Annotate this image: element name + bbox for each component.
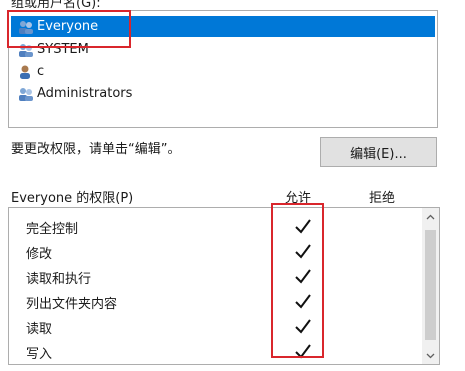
chevron-up-icon: [426, 214, 435, 219]
permissions-scrollbar[interactable]: [422, 208, 439, 364]
edit-button[interactable]: 编辑(E)...: [320, 137, 437, 167]
permissions-dialog: 组或用户名(G): Everyone SYSTEM c Administrato…: [0, 0, 465, 371]
permissions-list: 完全控制 修改 读取和执行 列出文件夹内容 读取 写入: [8, 207, 440, 365]
user-name: Everyone: [37, 19, 99, 34]
allow-column-header: 允许: [285, 191, 312, 206]
permission-row: 读取和执行: [9, 264, 419, 289]
deny-column-header: 拒绝: [369, 191, 396, 206]
scroll-up-arrow[interactable]: [422, 208, 439, 225]
permission-row: 列出文件夹内容: [9, 289, 419, 314]
users-group-icon: [19, 20, 33, 34]
permissions-label: Everyone 的权限(P): [11, 191, 134, 206]
checkmark-icon: [295, 219, 311, 234]
permission-row: 读取: [9, 314, 419, 339]
user-icon: [20, 65, 30, 79]
checkmark-icon: [295, 344, 311, 359]
permission-name: 列出文件夹内容: [26, 297, 118, 312]
chevron-down-icon: [426, 353, 435, 358]
scroll-down-arrow[interactable]: [422, 347, 439, 364]
user-name: Administrators: [37, 86, 133, 101]
permission-name: 修改: [26, 247, 53, 262]
permission-name: 读取: [26, 322, 53, 337]
permission-name: 完全控制: [26, 222, 79, 237]
permission-row: 修改: [9, 239, 419, 264]
checkmark-icon: [295, 294, 311, 309]
permission-name: 写入: [26, 347, 53, 362]
checkmark-icon: [295, 269, 311, 284]
user-item-system[interactable]: SYSTEM: [11, 39, 435, 60]
user-item-c[interactable]: c: [11, 61, 435, 82]
permission-row: 写入: [9, 339, 419, 364]
users-group-icon: [19, 43, 33, 57]
user-name: c: [37, 64, 45, 79]
permission-row: 完全控制: [9, 214, 419, 239]
users-group-icon: [19, 87, 33, 101]
edit-hint-text: 要更改权限，请单击“编辑”。: [11, 142, 181, 157]
user-item-everyone[interactable]: Everyone: [11, 16, 435, 37]
permission-name: 读取和执行: [26, 272, 92, 287]
checkmark-icon: [295, 319, 311, 334]
user-item-administrators[interactable]: Administrators: [11, 83, 435, 104]
users-list[interactable]: Everyone SYSTEM c Administrators: [8, 10, 438, 128]
checkmark-icon: [295, 244, 311, 259]
scroll-thumb[interactable]: [425, 230, 436, 340]
user-name: SYSTEM: [37, 42, 89, 57]
